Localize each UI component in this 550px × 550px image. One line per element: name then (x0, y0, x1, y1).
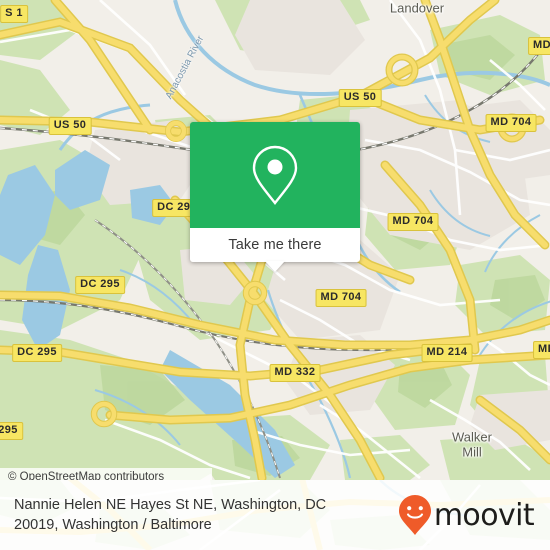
address-line-1: Nannie Helen NE Hayes St NE, Washington,… (14, 497, 327, 513)
road-shield: MD 704 (315, 289, 367, 307)
place-label: Landover (389, 0, 445, 16)
road-shield: MD 332 (269, 364, 321, 382)
road-shield: MD 704 (485, 114, 537, 132)
location-address: Nannie Helen NE Hayes St NE, Washington,… (14, 495, 326, 535)
address-line-2: 20019, Washington / Baltimore (14, 517, 212, 533)
map-canvas[interactable]: S 1 US 50 US 50 MD MD 704 DC 295 MD 704 DC 295 M… (0, 0, 550, 480)
road-shield: MD (533, 341, 550, 359)
road-shield: MD 704 (387, 213, 439, 231)
moovit-logo[interactable]: moovit (398, 494, 535, 536)
road-shield: DC 295 (75, 276, 125, 294)
map-attribution[interactable]: © OpenStreetMap contributors (0, 468, 212, 480)
popup-action-area[interactable]: Take me there (190, 228, 360, 262)
moovit-pin-icon (398, 495, 431, 535)
popup-pin-area (190, 122, 360, 228)
road-shield: US 50 (338, 89, 382, 107)
road-shield: 295 (0, 422, 23, 440)
place-label: Mill (462, 444, 482, 460)
place-label: Walker (452, 429, 492, 445)
take-me-there-button[interactable]: Take me there (228, 237, 321, 253)
road-shield: MD 214 (421, 344, 473, 362)
footer-bar: Nannie Helen NE Hayes St NE, Washington,… (0, 480, 550, 550)
road-shield: S 1 (0, 5, 28, 23)
map-screenshot: S 1 US 50 US 50 MD MD 704 DC 295 MD 704 DC 295 M… (0, 0, 550, 550)
map-pin-icon (252, 145, 298, 205)
road-shield: DC 295 (12, 344, 62, 362)
location-popup[interactable]: Take me there (190, 122, 360, 272)
moovit-wordmark: moovit (433, 497, 535, 533)
road-shield: US 50 (48, 117, 92, 135)
attribution-text: © OpenStreetMap contributors (8, 471, 165, 480)
road-shield: MD (528, 37, 550, 55)
popup-tail (265, 261, 285, 272)
